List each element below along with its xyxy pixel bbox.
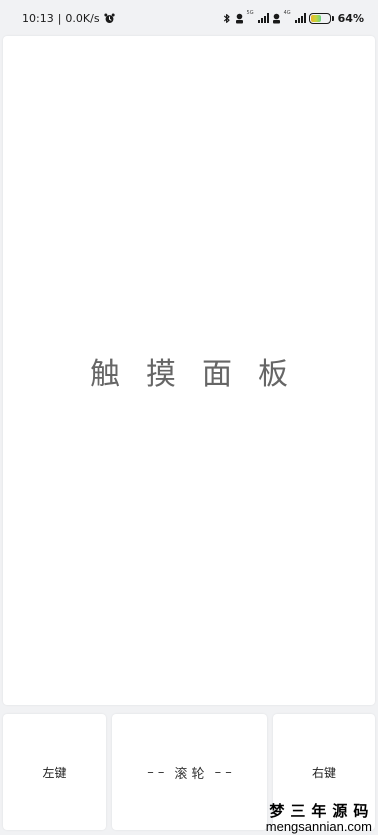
hd-voice-icon-2 [272,13,281,24]
network-speed: 0.0K/s [65,11,100,25]
status-bar-right: 5G 4G 64% [222,10,364,25]
sim1-network-tag: 5G [246,10,254,16]
scroll-wheel-label: 滚 轮 [174,766,205,782]
battery-fill [310,14,322,22]
bluetooth-icon [222,13,232,24]
right-click-label: 右键 [311,765,336,780]
status-bar-left: 10:13 | 0.0K/s [22,12,115,25]
scroll-wheel-content: – – 滚 轮 – – [147,763,231,782]
battery-icon [308,12,331,24]
status-bar: 10:13 | 0.0K/s 5G 4G 64% [0,0,378,36]
touchpad-area[interactable]: 触摸面板 [3,36,375,705]
sim1-signal-icon [257,13,269,23]
status-separator: | [57,11,62,25]
sim2-signal-icon [294,13,306,23]
battery-percentage: 64% [337,11,364,25]
left-click-label: 左键 [42,765,67,780]
alarm-clock-icon [103,13,115,24]
watermark: 梦三年源码 mengsannian.com [265,804,372,834]
watermark-domain: mengsannian.com [265,819,372,834]
touchpad-label: 触摸面板 [90,356,314,392]
sim2-network-tag: 4G [283,10,291,16]
scroll-dashes-right: – – [214,764,232,780]
hd-voice-icon [235,13,244,24]
left-click-button[interactable]: 左键 [3,714,106,830]
scroll-dashes-left: – – [147,764,165,780]
watermark-chinese: 梦三年源码 [269,802,375,820]
battery-tip [331,15,334,21]
scroll-wheel-button[interactable]: – – 滚 轮 – – [112,714,267,830]
status-time: 10:13 [22,11,54,25]
